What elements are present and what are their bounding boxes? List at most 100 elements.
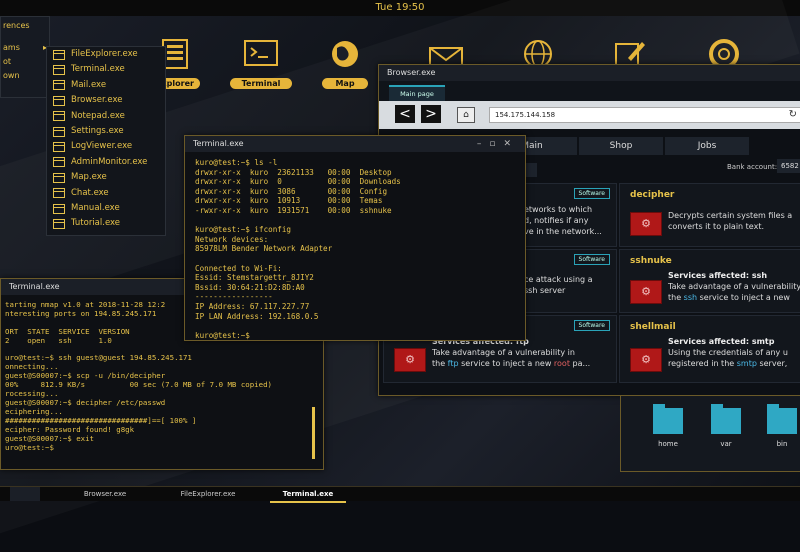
window-title: Browser.exe (387, 68, 436, 77)
address-bar[interactable]: 154.175.144.158 ↻ (489, 107, 800, 123)
maximize-icon[interactable]: ▫ (489, 139, 503, 149)
terminal-line: Connected to Wi-Fi: (195, 263, 282, 273)
submenu-item-terminal[interactable]: Terminal.exe (47, 62, 165, 77)
home-button[interactable]: ⌂ (457, 107, 475, 123)
start-menu-item-programs[interactable]: ams ▸ (1, 41, 49, 55)
terminal-line: Essid: Stemstargettr_8JIY2 (195, 273, 314, 283)
software-badge: Software (573, 320, 610, 331)
desktop-icon-terminal[interactable]: Terminal (230, 38, 292, 89)
submenu-item-notepad[interactable]: Notepad.exe (47, 109, 165, 124)
window-icon (53, 142, 65, 153)
submenu-item-browser[interactable]: Browser.exe (47, 93, 165, 108)
service-name: smtp (736, 359, 757, 368)
submenu-item-logviewer[interactable]: LogViewer.exe (47, 139, 165, 154)
folder-name-bin: bin (776, 440, 788, 448)
terminal-line: drwxr-xr-x kuro 10913 00:00 Temas (195, 196, 383, 206)
scrollbar[interactable] (312, 407, 315, 459)
submenu-item-mail[interactable]: Mail.exe (47, 78, 165, 93)
forward-button[interactable]: > (421, 105, 441, 123)
terminal-line: drwxr-xr-x kuro 23621133 00:00 Desktop (195, 167, 392, 177)
minimize-icon[interactable]: – (477, 139, 490, 149)
submenu-item-chat[interactable]: Chat.exe (47, 186, 165, 201)
window-icon (53, 95, 65, 106)
nav-tab-jobs[interactable]: Jobs (665, 137, 749, 155)
file-explorer-window: home var bin (620, 395, 800, 472)
folder-icon[interactable] (767, 404, 797, 434)
taskbar-item-fileexplorer[interactable]: FileExplorer.exe (168, 487, 248, 501)
terminal-line: IP LAN Address: 192.168.0.5 (195, 311, 319, 321)
gear-icon: ⚙ (630, 348, 662, 372)
card-title: decipher (630, 190, 675, 200)
card-text: registered in the (668, 359, 737, 368)
submenu-item-fileexplorer[interactable]: FileExplorer.exe (47, 47, 165, 62)
terminal-line: Bssid: 30:64:21:D2:8D:A0 (195, 282, 305, 292)
window-titlebar[interactable]: Terminal.exe –▫✕ (185, 136, 525, 152)
submenu-item-label: FileExplorer.exe (71, 49, 138, 59)
submenu-item-tutorial[interactable]: Tutorial.exe (47, 216, 165, 231)
submenu-item-label: Terminal.exe (71, 64, 125, 75)
card-text: Using the credentials of any u (668, 348, 788, 357)
software-card-sshnuke[interactable]: sshnuke ⚙ Services affected: ssh Take ad… (619, 249, 800, 313)
folder-icon[interactable] (711, 404, 741, 434)
close-icon[interactable]: ✕ (503, 139, 519, 149)
submenu-item-settings[interactable]: Settings.exe (47, 124, 165, 139)
card-title: shellmail (630, 322, 676, 332)
submenu-item-label: Browser.exe (71, 95, 123, 106)
window-icon (53, 218, 65, 229)
address-text: 154.175.144.158 (495, 111, 556, 119)
start-menu-item[interactable]: own (1, 69, 49, 83)
submenu-item-label: Notepad.exe (71, 110, 125, 121)
window-icon (53, 111, 65, 122)
desktop-icon-label: Map (322, 78, 368, 89)
globe-icon (332, 41, 358, 67)
submenu-item-label: Tutorial.exe (71, 218, 121, 229)
desktop-icon-map[interactable]: Map (322, 38, 368, 89)
terminal-line: kuro@test:~$ (195, 330, 250, 340)
card-text: Take advantage of a vulnerability (668, 282, 800, 291)
service-name: ssh (683, 293, 698, 302)
desktop-icon-label: Terminal (230, 78, 292, 89)
start-menu-item[interactable]: rences (1, 19, 49, 33)
card-title: sshnuke (630, 256, 672, 266)
start-menu-item[interactable]: ot (1, 55, 49, 69)
submenu-item-adminmonitor[interactable]: AdminMonitor.exe (47, 155, 165, 170)
gear-icon: ⚙ (630, 280, 662, 304)
taskbar-slot[interactable] (10, 487, 40, 501)
terminal-line: kuro@test:~$ ifconfig (195, 225, 292, 235)
card-description: Decrypts certain system files a converts… (668, 211, 793, 231)
submenu-item-label: Settings.exe (71, 125, 124, 136)
nav-tab-shop[interactable]: Shop (579, 137, 663, 155)
submenu-item-manual[interactable]: Manual.exe (47, 201, 165, 216)
card-text: the (668, 293, 684, 302)
window-controls: –▫✕ (477, 136, 519, 152)
window-title: Terminal.exe (9, 282, 60, 291)
taskbar-item-browser[interactable]: Browser.exe (70, 487, 140, 501)
window-icon (53, 203, 65, 214)
gear-icon: ⚙ (394, 348, 426, 372)
folder-icon[interactable] (653, 404, 683, 434)
service-name: ftp (447, 359, 459, 368)
window-icon (53, 65, 65, 76)
terminal-line: IP Address: 67.117.227.77 (195, 301, 310, 311)
submenu-item-map[interactable]: Map.exe (47, 170, 165, 185)
start-menu-item-label: ams (3, 43, 20, 52)
window-titlebar[interactable]: Browser.exe (379, 65, 800, 81)
terminal-line: ----------------- (195, 292, 273, 302)
card-text: server, (756, 359, 788, 368)
software-card-shellmail[interactable]: shellmail ⚙ Services affected: smtp Usin… (619, 315, 800, 383)
terminal-line: 85978LM Bender Network Adapter (195, 244, 333, 254)
programs-submenu: FileExplorer.exe Terminal.exe Mail.exe B… (46, 46, 166, 236)
terminal-output[interactable]: kuro@test:~$ ls -l drwxr-xr-x kuro 236211… (185, 152, 525, 346)
card-text: Take advantage of a vulnerability in (432, 348, 575, 357)
submenu-item-label: AdminMonitor.exe (71, 156, 148, 167)
software-card-decipher[interactable]: decipher ⚙ Decrypts certain system files… (619, 183, 800, 247)
software-badge: Software (573, 254, 610, 265)
taskbar-item-terminal[interactable]: Terminal.exe (270, 487, 346, 503)
back-button[interactable]: < (395, 105, 415, 123)
terminal-window-front: Terminal.exe –▫✕ kuro@test:~$ ls -l drwxr… (184, 135, 526, 341)
card-text: pa... (569, 359, 591, 368)
terminal-line: kuro@test:~$ ls -l (195, 158, 278, 167)
reload-icon[interactable]: ↻ (789, 108, 797, 122)
